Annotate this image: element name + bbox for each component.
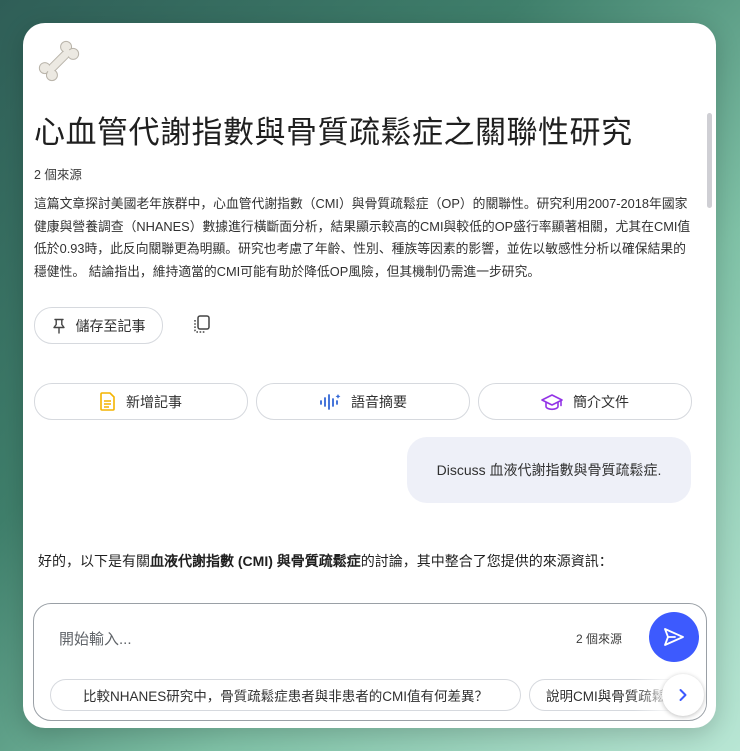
copy-icon[interactable] <box>191 313 213 335</box>
next-suggestions-button[interactable] <box>662 674 704 716</box>
briefing-doc-button[interactable]: 簡介文件 <box>478 383 692 420</box>
page-title: 心血管代謝指數與骨質疏鬆症之關聯性研究 <box>34 115 633 150</box>
reply-bold-topic: 血液代謝指數 (CMI) 與骨質疏鬆症 <box>150 553 361 569</box>
composer-source-count: 2 個來源 <box>576 632 623 646</box>
send-button[interactable] <box>649 612 699 662</box>
graduation-cap-icon <box>541 393 563 411</box>
scrollbar[interactable] <box>707 113 712 208</box>
audio-summary-label: 語音摘要 <box>351 393 407 410</box>
add-note-label: 新增記事 <box>126 393 182 410</box>
chat-composer: 開始輸入... 2 個來源 比較NHANES研究中，骨質疏鬆症患者與非患者的CM… <box>33 603 707 721</box>
notebook-summary: 這篇文章探討美國老年族群中，心血管代謝指數（CMI）與骨質疏鬆症（OP）的關聯性… <box>34 196 691 279</box>
user-message-bubble: Discuss 血液代謝指數與骨質疏鬆症. <box>407 437 691 503</box>
user-message-text: Discuss 血液代謝指數與骨質疏鬆症. <box>436 462 662 478</box>
waveform-icon <box>319 393 341 411</box>
chevron-right-icon <box>679 689 687 701</box>
suggestion-chip[interactable]: 比較NHANES研究中，骨質疏鬆症患者與非患者的CMI值有何差異？ <box>50 679 521 711</box>
add-note-button[interactable]: 新增記事 <box>34 383 248 420</box>
reply-suffix: 的討論，其中整合了您提供的來源資訊： <box>360 553 613 569</box>
assistant-reply: 好的，以下是有關血液代謝指數 (CMI) 與骨質疏鬆症的討論，其中整合了您提供的… <box>38 549 628 573</box>
note-icon <box>100 392 116 411</box>
bone-icon <box>38 40 80 82</box>
save-to-note-button[interactable]: 儲存至記事 <box>34 307 163 344</box>
audio-summary-button[interactable]: 語音摘要 <box>256 383 470 420</box>
send-icon <box>664 628 684 646</box>
reply-prefix: 好的，以下是有關 <box>38 553 150 569</box>
notebook-card: 心血管代謝指數與骨質疏鬆症之關聯性研究 2 個來源 這篇文章探討美國老年族群中，… <box>23 23 716 728</box>
pin-icon <box>52 318 66 334</box>
save-to-note-label: 儲存至記事 <box>75 317 146 334</box>
suggestion-chip-label: 比較NHANES研究中，骨質疏鬆症患者與非患者的CMI值有何差異？ <box>82 689 488 704</box>
source-count: 2 個來源 <box>34 168 82 182</box>
chat-input[interactable]: 開始輸入... <box>59 628 132 649</box>
briefing-doc-label: 簡介文件 <box>573 393 629 410</box>
